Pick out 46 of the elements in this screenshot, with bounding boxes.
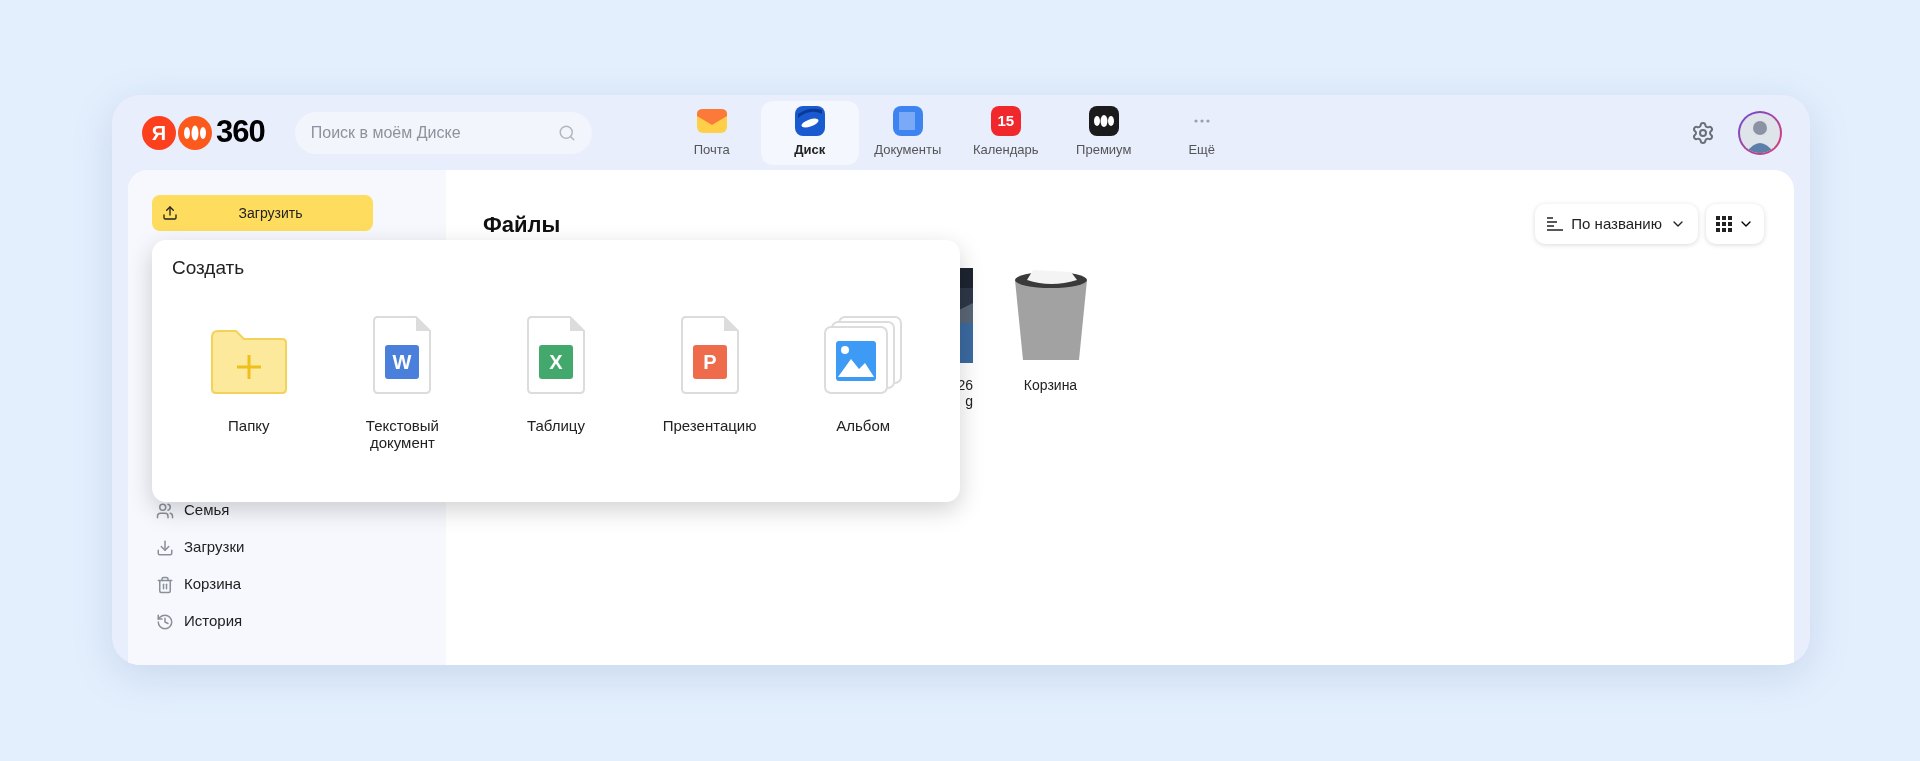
app-tab[interactable]: 15 Календарь: [956, 100, 1055, 165]
grid-icon: [1716, 216, 1732, 232]
app-tab[interactable]: Диск: [760, 100, 859, 165]
app-tab[interactable]: Документы: [858, 100, 957, 165]
sidebar-item[interactable]: Корзина: [152, 569, 422, 600]
download-icon: [156, 538, 174, 557]
sort-icon: [1547, 217, 1564, 231]
create-option[interactable]: W Текстовый документ: [325, 310, 480, 451]
trash-bin-icon: [1012, 268, 1089, 363]
create-option[interactable]: Папку: [172, 310, 326, 451]
sidebar-item[interactable]: История: [152, 606, 422, 637]
avatar[interactable]: [1738, 110, 1782, 155]
file-name: g: [965, 393, 973, 409]
page-title: Файлы: [483, 210, 561, 239]
calendar-icon: 15: [990, 105, 1021, 136]
app-tab[interactable]: Почта: [662, 100, 761, 165]
document-icon: [892, 105, 923, 136]
menu-title: Создать: [172, 256, 246, 280]
app-tab[interactable]: Ещё: [1152, 100, 1251, 165]
create-option[interactable]: X Таблицу: [479, 310, 633, 451]
search-icon: [557, 123, 576, 142]
sidebar-item[interactable]: Семья: [152, 495, 422, 526]
upload-button[interactable]: Загрузить: [152, 195, 373, 231]
upload-icon: [162, 205, 178, 221]
history-icon: [156, 612, 174, 631]
search-field[interactable]: Поиск в моём Диске: [294, 111, 592, 154]
trash-icon: [156, 575, 174, 594]
logo-letter: Я: [142, 115, 176, 150]
people-icon: [156, 501, 174, 520]
file-name: Корзина: [1023, 377, 1078, 393]
create-option[interactable]: Альбом: [786, 310, 940, 451]
sort-dropdown[interactable]: По названию: [1535, 204, 1698, 244]
create-option[interactable]: P Презентацию: [632, 310, 787, 451]
sidebar-item[interactable]: Загрузки: [152, 532, 422, 563]
app-tab[interactable]: Премиум: [1054, 100, 1153, 165]
premium-icon: [1088, 105, 1119, 136]
album-icon: [823, 314, 904, 395]
document-icon: W: [372, 314, 433, 395]
document-icon: X: [526, 314, 586, 395]
settings-icon[interactable]: [1691, 120, 1715, 145]
more-icon: [1193, 118, 1210, 123]
logo-text: 360: [216, 113, 265, 152]
view-dropdown[interactable]: [1706, 204, 1764, 244]
logo-icon: [178, 115, 212, 150]
folder-plus-icon: [209, 328, 288, 395]
document-icon: P: [679, 314, 740, 395]
